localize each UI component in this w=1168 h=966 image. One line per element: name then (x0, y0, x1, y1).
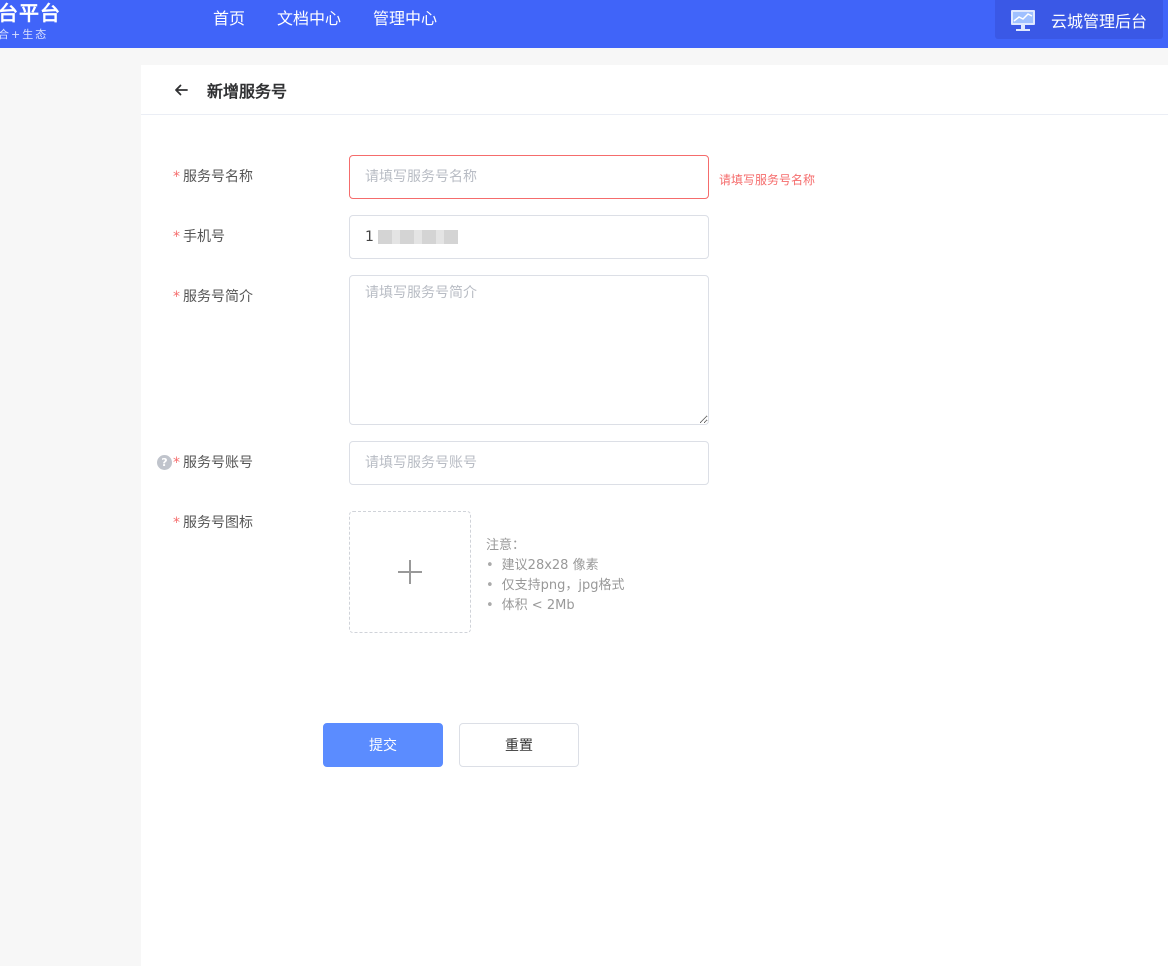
upload-notes: 注意： 建议28x28 像素 仅支持png，jpg格式 体积 < 2Mb (486, 536, 625, 616)
arrow-left-icon[interactable] (173, 82, 189, 98)
phone-label: * 手机号 (173, 229, 225, 245)
required-mark: * (173, 289, 180, 305)
question-circle-icon[interactable]: ? (157, 455, 172, 470)
required-mark: * (173, 169, 180, 185)
upload-notes-title: 注意： (486, 538, 526, 553)
icon-label: * 服务号图标 (173, 515, 253, 531)
required-mark: * (173, 515, 180, 531)
account-label: * 服务号账号 (173, 455, 253, 471)
name-label: * 服务号名称 (173, 169, 253, 185)
panel-header: 新增服务号 (141, 65, 1168, 115)
reset-button[interactable]: 重置 (459, 723, 579, 767)
form-panel: 新增服务号 *服务号名称 请填写服务号名称 *手机号 *服务号简介 ? *服务号… (141, 65, 1168, 966)
account-input[interactable] (349, 441, 709, 485)
submit-button[interactable]: 提交 (323, 723, 443, 767)
upload-note-item: 仅支持png，jpg格式 (486, 576, 625, 596)
name-error-message: 请填写服务号名称 (719, 173, 816, 187)
logo-subtitle: 合+生态 (0, 28, 49, 41)
logo-title[interactable]: 台平台 (0, 0, 61, 26)
upload-note-item: 体积 < 2Mb (486, 596, 625, 616)
icon-uploader[interactable] (349, 511, 471, 633)
main-nav: 首页 文档中心 管理中心 (213, 0, 469, 38)
nav-item-management[interactable]: 管理中心 (373, 0, 437, 38)
intro-textarea[interactable] (349, 275, 709, 425)
intro-label: * 服务号简介 (173, 289, 253, 305)
name-input[interactable] (349, 155, 709, 199)
redaction-mask (378, 230, 458, 244)
page-title: 新增服务号 (207, 81, 288, 101)
console-label: 云城管理后台 (1051, 11, 1148, 31)
upload-note-item: 建议28x28 像素 (486, 556, 625, 576)
console-button[interactable]: 云城管理后台 (995, 0, 1163, 39)
monitor-icon (1011, 9, 1035, 31)
nav-item-docs[interactable]: 文档中心 (277, 0, 341, 38)
required-mark: * (173, 455, 180, 471)
top-navbar: 台平台 合+生态 首页 文档中心 管理中心 云城管理后台 (0, 0, 1168, 48)
nav-item-home[interactable]: 首页 (213, 0, 245, 38)
plus-icon (398, 560, 422, 584)
required-mark: * (173, 229, 180, 245)
